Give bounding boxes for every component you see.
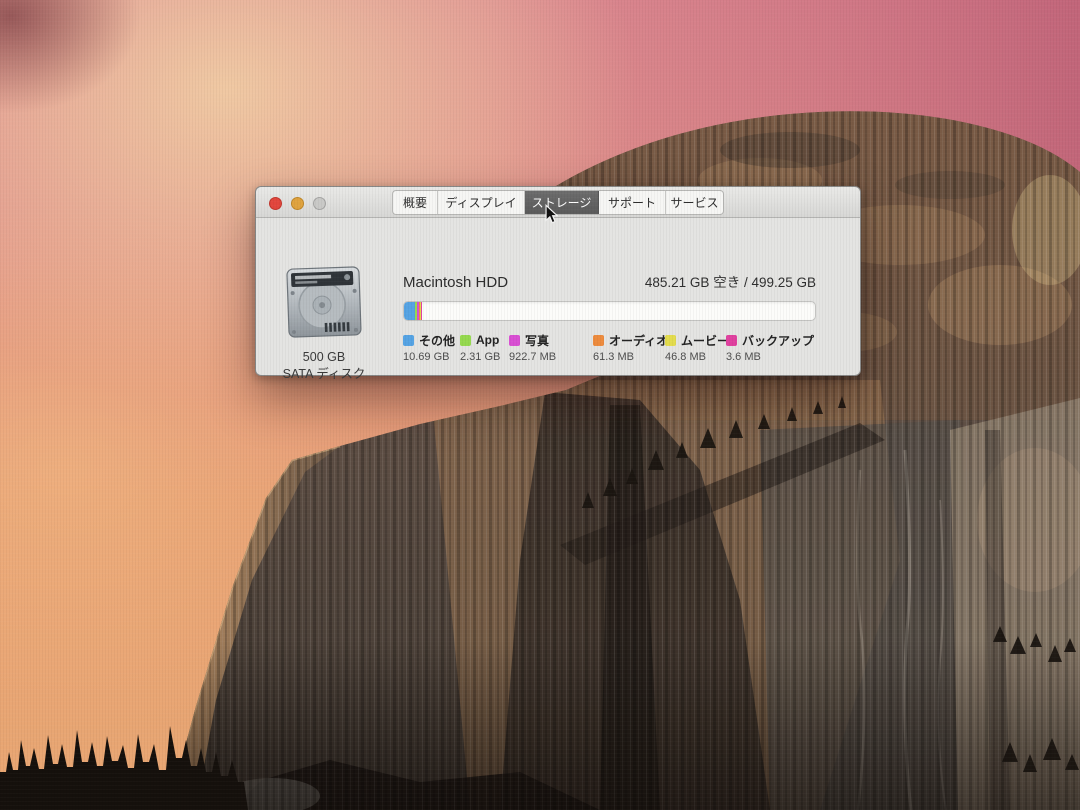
tab-service[interactable]: サービス: [666, 191, 723, 214]
disk-label: 500 GB SATA ディスク: [270, 349, 378, 383]
tab-displays[interactable]: ディスプレイ: [438, 191, 525, 214]
hard-disk-icon: [283, 264, 366, 343]
legend-swatch: [403, 335, 414, 346]
desktop: 概要 ディスプレイ ストレージ サポート サービス: [0, 0, 1080, 810]
zoom-button[interactable]: [313, 197, 326, 210]
capacity-summary: 485.21 GB 空き / 499.25 GB: [645, 271, 816, 291]
bar-segment-backup: [421, 302, 422, 320]
legend-item-audio: オーディオ 61.3 MB: [593, 333, 668, 363]
legend-swatch: [665, 335, 676, 346]
window-titlebar[interactable]: 概要 ディスプレイ ストレージ サポート サービス: [256, 187, 860, 218]
tab-storage[interactable]: ストレージ: [525, 191, 599, 214]
legend-item-photos: 写真 922.7 MB: [509, 333, 556, 363]
legend-item-apps: App 2.31 GB: [460, 333, 500, 363]
legend-swatch: [726, 335, 737, 346]
tab-bar: 概要 ディスプレイ ストレージ サポート サービス: [392, 190, 724, 215]
legend-item-movies: ムービー 46.8 MB: [665, 333, 729, 363]
disk-type-label: SATA ディスク: [270, 366, 378, 383]
storage-legend: その他 10.69 GB App 2.31 GB 写真 922.7 MB オーデ…: [403, 333, 833, 371]
legend-item-backup: バックアップ 3.6 MB: [726, 333, 814, 363]
desktop-wallpaper: [0, 0, 1080, 810]
bar-segment-other: [404, 302, 415, 320]
close-button[interactable]: [269, 197, 282, 210]
storage-usage-bar: [403, 301, 816, 321]
minimize-button[interactable]: [291, 197, 304, 210]
legend-swatch: [509, 335, 520, 346]
volume-name: Macintosh HDD: [403, 274, 508, 291]
disk-size-label: 500 GB: [270, 349, 378, 366]
storage-pane: 500 GB SATA ディスク Macintosh HDD 485.21 GB…: [256, 217, 860, 375]
legend-item-other: その他 10.69 GB: [403, 333, 455, 363]
legend-swatch: [460, 335, 471, 346]
about-this-mac-window: 概要 ディスプレイ ストレージ サポート サービス: [255, 186, 861, 376]
tab-overview[interactable]: 概要: [393, 191, 438, 214]
legend-swatch: [593, 335, 604, 346]
tab-support[interactable]: サポート: [599, 191, 666, 214]
